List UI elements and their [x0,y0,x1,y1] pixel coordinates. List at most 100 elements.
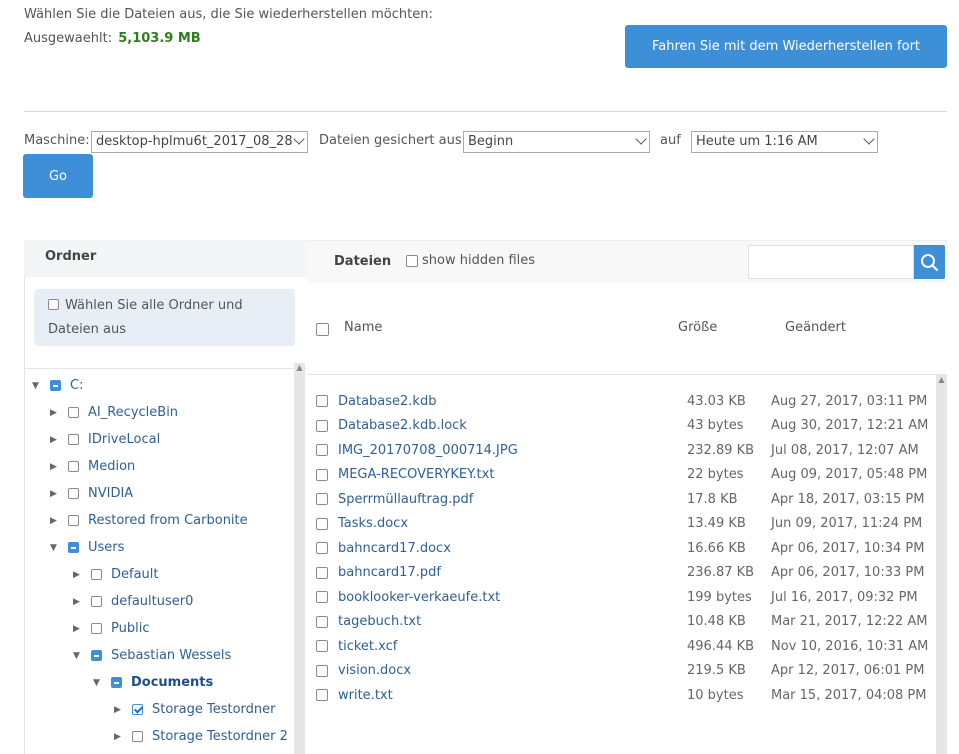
tree-item-label[interactable]: Medion [88,459,135,474]
column-name[interactable]: Name [344,320,382,335]
file-checkbox[interactable] [316,419,328,432]
file-checkbox[interactable] [316,542,328,554]
go-button[interactable]: Go [23,154,93,198]
file-checkbox[interactable] [316,689,328,701]
file-name[interactable]: MEGA-RECOVERYKEY.txt [338,467,688,482]
tree-item-label[interactable]: IDriveLocal [88,432,160,447]
caret-right-icon[interactable]: ▶ [114,705,126,715]
tree-item-checkbox[interactable] [91,569,102,580]
tree-item[interactable]: ▼ Documents [32,669,294,696]
tree-item[interactable]: ▶ Medion [32,453,294,480]
caret-right-icon[interactable]: ▶ [73,624,85,634]
file-name[interactable]: booklooker-verkaeufe.txt [338,590,688,605]
caret-down-icon[interactable]: ▼ [93,678,105,688]
file-name[interactable]: bahncard17.docx [338,541,688,556]
caret-right-icon[interactable]: ▶ [73,570,85,580]
files-scrollbar[interactable]: ▲ [936,375,947,754]
file-row[interactable]: vision.docx 219.5 KB Apr 12, 2017, 06:01 P… [316,659,936,683]
tree-item-checkbox[interactable] [91,596,102,607]
tree-item-checkbox[interactable] [68,461,79,472]
tree-item-label[interactable]: C: [70,378,83,393]
file-row[interactable]: write.txt 10 bytes Mar 15, 2017, 04:08 PM [316,683,936,707]
file-checkbox[interactable] [316,517,328,530]
tree-scrollbar[interactable]: ▲ [294,363,305,754]
tree-item[interactable]: ▶ AI_RecycleBin [32,399,294,426]
backed-up-to-select[interactable]: Heute um 1:16 AM [691,131,878,153]
caret-right-icon[interactable]: ▶ [73,597,85,607]
caret-down-icon[interactable]: ▼ [73,651,85,661]
scroll-up-icon[interactable]: ▲ [936,375,947,385]
show-hidden-toggle[interactable]: show hidden files [406,253,535,268]
caret-right-icon[interactable]: ▶ [50,516,62,526]
tree-item-checkbox[interactable] [111,677,122,688]
tree-item-checkbox[interactable] [91,623,102,634]
file-name[interactable]: Database2.kdb.lock [338,418,688,433]
tree-item[interactable]: ▼ Sebastian Wessels [32,642,294,669]
show-hidden-checkbox[interactable] [406,254,418,267]
file-row[interactable]: tagebuch.txt 10.48 KB Mar 21, 2017, 12:22 … [316,610,936,634]
tree-item[interactable]: ▶ Restored from Carbonite [32,507,294,534]
tree-item-checkbox[interactable] [50,380,61,391]
tree-item-checkbox[interactable] [91,650,102,661]
file-name[interactable]: tagebuch.txt [338,614,688,629]
tree-item[interactable]: ▶ Public [32,615,294,642]
tree-item-checkbox[interactable] [132,704,143,715]
continue-restore-button[interactable]: Fahren Sie mit dem Wiederherstellen fort [625,25,947,68]
tree-item-label[interactable]: AI_RecycleBin [88,405,178,420]
tree-item-label[interactable]: defaultuser0 [111,594,193,609]
file-checkbox[interactable] [316,493,328,505]
file-name[interactable]: Tasks.docx [338,516,688,531]
caret-right-icon[interactable]: ▶ [50,435,62,445]
tree-item-checkbox[interactable] [68,542,79,553]
file-checkbox[interactable] [316,591,328,603]
file-row[interactable]: ticket.xcf 496.44 KB Nov 10, 2016, 10:31 A… [316,634,936,658]
tree-item-label[interactable]: NVIDIA [88,486,133,501]
caret-down-icon[interactable]: ▼ [50,543,62,553]
tree-item[interactable]: ▶ Default [32,561,294,588]
file-row[interactable]: Sperrmüllauftrag.pdf 17.8 KB Apr 18, 2017,… [316,487,936,511]
tree-item-checkbox[interactable] [68,407,79,418]
tree-item[interactable]: ▶ Storage Testordner [32,696,294,723]
column-modified[interactable]: Geändert [785,320,846,335]
file-row[interactable]: IMG_20170708_000714.JPG 232.89 KB Jul 08, … [316,438,936,462]
tree-item-label[interactable]: Users [88,540,124,555]
column-size[interactable]: Größe [678,320,717,335]
tree-item-label[interactable]: Restored from Carbonite [88,513,248,528]
machine-select[interactable]: desktop-hplmu6t_2017_08_28 [91,131,308,153]
tree-item-checkbox[interactable] [68,434,79,445]
file-row[interactable]: bahncard17.docx 16.66 KB Apr 06, 2017, 10:… [316,536,936,560]
file-name[interactable]: Sperrmüllauftrag.pdf [338,492,688,507]
file-checkbox[interactable] [316,664,328,677]
tree-item-label[interactable]: Storage Testordner [152,702,276,717]
select-all-box[interactable]: Wählen Sie alle Ordner und Dateien aus [34,289,295,346]
tree-item-label[interactable]: Documents [131,675,213,690]
file-search-input[interactable] [748,245,914,279]
file-checkbox[interactable] [316,640,328,652]
tree-item[interactable]: ▼ Users [32,534,294,561]
file-row[interactable]: bahncard17.pdf 236.87 KB Apr 06, 2017, 10:… [316,561,936,585]
tree-item[interactable]: ▶ Storage Testordner 2 [32,723,294,750]
tree-item-label[interactable]: Default [111,567,159,582]
caret-right-icon[interactable]: ▶ [50,408,62,418]
tree-item-label[interactable]: Sebastian Wessels [111,648,231,663]
tree-item-label[interactable]: Public [111,621,149,636]
file-name[interactable]: Database2.kdb [338,394,688,409]
select-all-checkbox[interactable] [48,299,59,310]
file-name[interactable]: IMG_20170708_000714.JPG [338,443,688,458]
tree-item[interactable]: ▼ C: [32,372,294,399]
caret-right-icon[interactable]: ▶ [50,489,62,499]
file-row[interactable]: Database2.kdb.lock 43 bytes Aug 30, 2017, … [316,414,936,438]
file-name[interactable]: vision.docx [338,663,688,678]
file-row[interactable]: booklooker-verkaeufe.txt 199 bytes Jul 16,… [316,585,936,609]
file-checkbox[interactable] [316,395,328,407]
file-checkbox[interactable] [316,444,328,456]
tree-item-checkbox[interactable] [132,731,143,742]
file-row[interactable]: Database2.kdb 43.03 KB Aug 27, 2017, 03:11… [316,389,936,413]
file-name[interactable]: write.txt [338,688,688,703]
file-row[interactable]: MEGA-RECOVERYKEY.txt 22 bytes Aug 09, 2017… [316,463,936,487]
backed-up-from-select[interactable]: Beginn [463,131,650,153]
tree-item-label[interactable]: Storage Testordner 2 [152,729,288,744]
file-name[interactable]: bahncard17.pdf [338,565,688,580]
file-checkbox[interactable] [316,615,328,628]
file-checkbox[interactable] [316,468,328,481]
